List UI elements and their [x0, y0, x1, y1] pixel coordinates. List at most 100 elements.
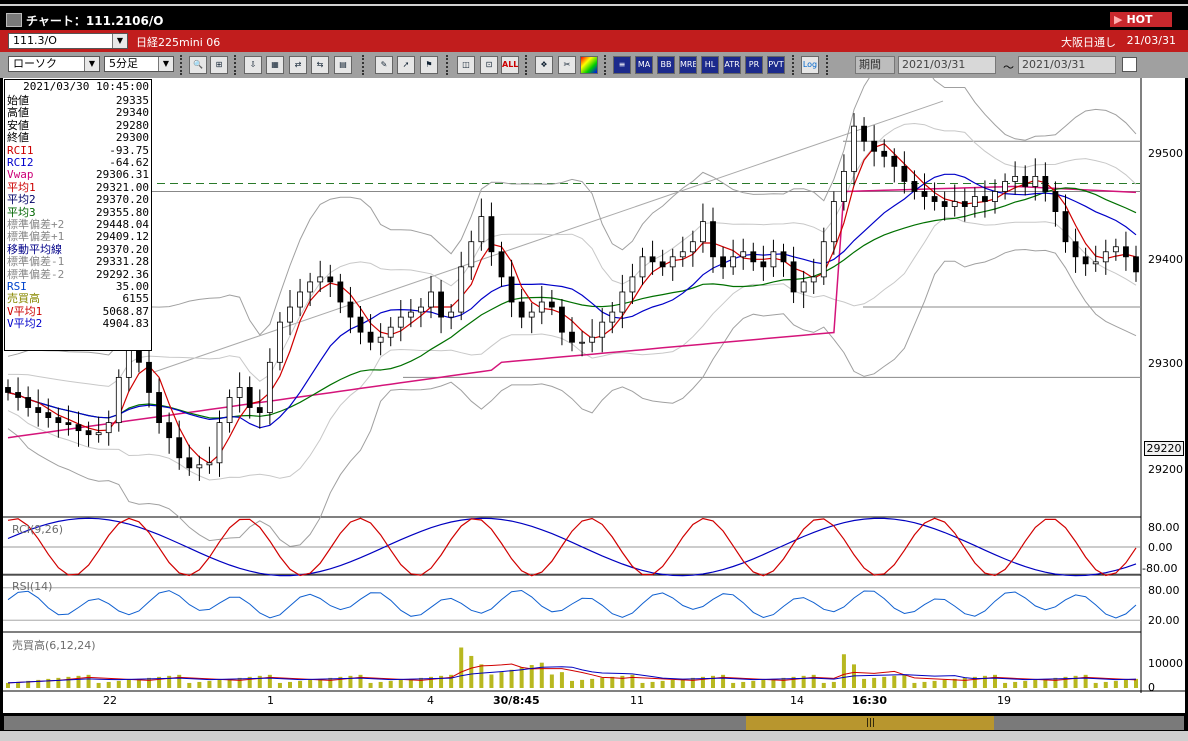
volume-bar	[1103, 681, 1108, 688]
bb-button[interactable]: BB	[657, 56, 675, 74]
period-button[interactable]: 期間	[855, 56, 895, 74]
interval-select[interactable]: 5分足 ▼	[104, 56, 174, 72]
candle-body	[5, 387, 11, 393]
chart-type-select[interactable]: ローソク ▼	[8, 56, 100, 72]
app-icon	[6, 13, 22, 27]
arrow-select-icon[interactable]: ➚	[397, 56, 415, 74]
symbol-value: 111.3/O	[13, 34, 57, 47]
candle-body	[1112, 246, 1119, 253]
price-band-icon[interactable]: ≡	[613, 56, 631, 74]
candle-body	[1123, 246, 1129, 258]
candle-body	[115, 376, 122, 424]
info-row: 標準偏差+1 29409.12	[7, 231, 149, 243]
window-titlebar: チャート：111.2106/O ▶ HOT	[0, 0, 1188, 30]
candle-body	[1022, 176, 1029, 187]
candle-body	[1012, 176, 1019, 182]
candle-body	[710, 221, 716, 258]
volume-bar	[640, 682, 645, 688]
candle-body	[498, 251, 505, 278]
volume-bar	[348, 675, 353, 688]
arrow-down-icon[interactable]: ⇩	[244, 56, 262, 74]
pen-icon[interactable]: ✎	[375, 56, 393, 74]
volume-bar	[600, 677, 605, 688]
log-button[interactable]: Log	[801, 56, 819, 74]
volume-bar	[1073, 675, 1078, 688]
image-icon[interactable]: ▦	[266, 56, 284, 74]
volume-bar	[479, 664, 484, 688]
volume-bar	[610, 676, 615, 688]
bar-shift-icon[interactable]: ◫	[457, 56, 475, 74]
scrollbar-grip-icon[interactable]: |||	[866, 716, 875, 730]
candle-body	[317, 276, 324, 283]
candle-body	[569, 331, 575, 343]
volume-bar	[509, 669, 514, 688]
palette-icon[interactable]	[580, 56, 598, 74]
pvt-button[interactable]: PVT	[767, 56, 785, 74]
date-to-input[interactable]: 2021/03/31	[1018, 56, 1116, 74]
atr-button[interactable]: ATR	[723, 56, 741, 74]
candle-body	[881, 150, 888, 157]
date-checkbox[interactable]	[1122, 57, 1137, 72]
hot-button[interactable]: ▶ HOT	[1110, 12, 1172, 27]
pr-button[interactable]: PR	[745, 56, 763, 74]
chevron-down-icon[interactable]: ▼	[112, 34, 127, 48]
info-row-label: 安値	[7, 118, 29, 132]
symbol-select[interactable]: 111.3/O ▼	[8, 33, 128, 49]
volume-bar	[116, 680, 121, 688]
info-row-label: RCI2	[7, 156, 34, 169]
strip-date: 21/03/31	[1126, 34, 1176, 47]
volume-bar	[288, 681, 292, 688]
candle-body	[226, 397, 233, 424]
toolbar-separator	[792, 55, 798, 75]
volume-bar	[368, 682, 373, 688]
scrollbar-track[interactable]	[4, 716, 1184, 730]
candle-body	[65, 422, 72, 426]
candle-body	[589, 336, 596, 343]
candle-body	[639, 256, 646, 278]
flag-icon[interactable]: ⚑	[420, 56, 438, 74]
volume-bar	[1083, 674, 1088, 688]
trash-icon[interactable]: ▤	[334, 56, 352, 74]
volume-bar	[862, 678, 867, 688]
ma-button[interactable]: MA	[635, 56, 653, 74]
info-panel: 2021/03/30 10:45:00 始値 29335 高値 29340 安値 2928…	[4, 79, 152, 351]
bar-split-icon[interactable]: ⊡	[480, 56, 498, 74]
volume-bar	[358, 674, 363, 688]
all-button[interactable]: ALL	[501, 56, 519, 74]
hot-triangle-icon: ▶	[1114, 13, 1123, 26]
swap-icon[interactable]: ⇄	[289, 56, 307, 74]
volume-bar	[499, 672, 504, 688]
volume-bar	[821, 682, 826, 688]
info-row: 移動平均線 29370.20	[7, 243, 149, 256]
chevron-down-icon[interactable]: ▼	[84, 57, 99, 71]
chart-scrollbar[interactable]: |||	[0, 713, 1188, 741]
candle-body	[186, 457, 193, 469]
volume-bar	[912, 682, 917, 688]
candle-body	[659, 261, 666, 268]
zoom-icon[interactable]: 🔍	[189, 56, 207, 74]
candle-body	[287, 306, 293, 323]
rsi-tick: 20.00	[1148, 614, 1180, 627]
hl-button[interactable]: HL	[701, 56, 719, 74]
candle-body	[367, 331, 374, 343]
candle-body	[750, 251, 757, 263]
date-from-input[interactable]: 2021/03/31	[898, 56, 996, 74]
wrench-icon[interactable]: ✂	[558, 56, 576, 74]
lattice-icon[interactable]: ❖	[535, 56, 553, 74]
toolbar-separator	[180, 55, 186, 75]
chevron-down-icon[interactable]: ▼	[158, 57, 173, 71]
volume-bar	[378, 681, 383, 688]
mre-button[interactable]: MRE	[679, 56, 697, 74]
info-row-value: -64.62	[109, 156, 149, 169]
chart-type-value: ローソク	[13, 57, 57, 70]
volume-bar	[439, 675, 444, 688]
info-row: 標準偏差-1 29331.28	[7, 256, 149, 268]
candle-body	[649, 256, 656, 263]
candle-body	[146, 361, 152, 393]
candle-body	[256, 407, 263, 413]
chart-canvas[interactable]	[3, 78, 1185, 713]
move-icon[interactable]: ⇆	[311, 56, 329, 74]
cursor-split-icon[interactable]: ⊞	[210, 56, 228, 74]
info-row-label: V平均2	[7, 317, 43, 331]
chart-area[interactable]	[3, 78, 1185, 713]
